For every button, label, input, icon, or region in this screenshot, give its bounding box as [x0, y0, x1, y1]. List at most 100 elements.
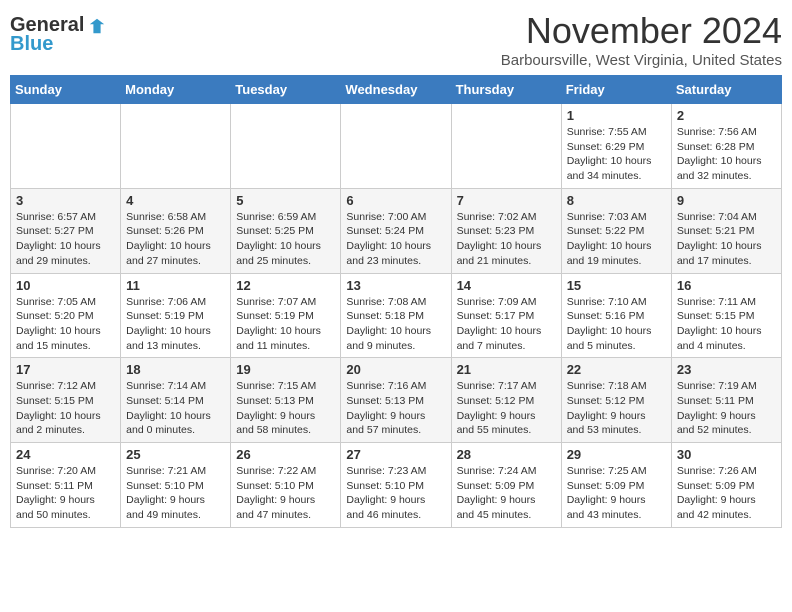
day-number: 15	[567, 278, 666, 293]
day-number: 22	[567, 362, 666, 377]
calendar-day-11: 11 Sunrise: 7:06 AMSunset: 5:19 PMDayligh…	[121, 273, 231, 358]
day-info: Sunrise: 7:02 AMSunset: 5:23 PMDaylight:…	[457, 210, 556, 269]
calendar-table: SundayMondayTuesdayWednesdayThursdayFrid…	[10, 75, 782, 528]
day-info: Sunrise: 7:22 AMSunset: 5:10 PMDaylight:…	[236, 464, 335, 523]
day-number: 23	[677, 362, 776, 377]
calendar-day-6: 6Sunrise: 7:00 AMSunset: 5:24 PMDaylight…	[341, 188, 451, 273]
day-number: 18	[126, 362, 225, 377]
month-title: November 2024	[501, 10, 782, 52]
day-info: Sunrise: 7:03 AMSunset: 5:22 PMDaylight:…	[567, 210, 666, 269]
logo-blue-text: Blue	[10, 33, 53, 56]
day-info: Sunrise: 7:55 AMSunset: 6:29 PMDaylight:…	[567, 125, 666, 184]
calendar-day-17: 17 Sunrise: 7:12 AMSunset: 5:15 PMDayligh…	[11, 358, 121, 443]
calendar-day-27: 27 Sunrise: 7:23 AMSunset: 5:10 PMDayligh…	[341, 443, 451, 528]
day-info: Sunrise: 7:21 AMSunset: 5:10 PMDaylight:…	[126, 464, 225, 523]
day-number: 1	[567, 108, 666, 123]
day-info: Sunrise: 7:56 AMSunset: 6:28 PMDaylight:…	[677, 125, 776, 184]
day-number: 27	[346, 447, 445, 462]
weekday-header-thursday: Thursday	[451, 76, 561, 104]
calendar-day-7: 7 Sunrise: 7:02 AMSunset: 5:23 PMDaylight…	[451, 188, 561, 273]
day-number: 25	[126, 447, 225, 462]
calendar-empty-cell	[231, 104, 341, 189]
day-number: 14	[457, 278, 556, 293]
weekday-header-tuesday: Tuesday	[231, 76, 341, 104]
day-info: Sunrise: 7:14 AMSunset: 5:14 PMDaylight:…	[126, 379, 225, 438]
day-info: Sunrise: 6:57 AMSunset: 5:27 PMDaylight:…	[16, 210, 115, 269]
logo-flag-icon	[88, 17, 106, 35]
calendar-day-24: 24 Sunrise: 7:20 AMSunset: 5:11 PMDayligh…	[11, 443, 121, 528]
day-number: 28	[457, 447, 556, 462]
calendar-day-21: 21Sunrise: 7:17 AMSunset: 5:12 PMDayligh…	[451, 358, 561, 443]
calendar-day-1: 1 Sunrise: 7:55 AMSunset: 6:29 PMDaylight…	[561, 104, 671, 189]
calendar-day-28: 28 Sunrise: 7:24 AMSunset: 5:09 PMDayligh…	[451, 443, 561, 528]
calendar-week-row: 10 Sunrise: 7:05 AMSunset: 5:20 PMDayligh…	[11, 273, 782, 358]
day-number: 11	[126, 278, 225, 293]
day-info: Sunrise: 7:26 AMSunset: 5:09 PMDaylight:…	[677, 464, 776, 523]
calendar-day-25: 25 Sunrise: 7:21 AMSunset: 5:10 PMDayligh…	[121, 443, 231, 528]
weekday-header-sunday: Sunday	[11, 76, 121, 104]
page-header: General Blue November 2024 Barboursville…	[10, 10, 782, 69]
day-info: Sunrise: 6:59 AMSunset: 5:25 PMDaylight:…	[236, 210, 335, 269]
day-info: Sunrise: 7:06 AMSunset: 5:19 PMDaylight:…	[126, 295, 225, 354]
day-info: Sunrise: 7:15 AMSunset: 5:13 PMDaylight:…	[236, 379, 335, 438]
calendar-day-5: 5 Sunrise: 6:59 AMSunset: 5:25 PMDaylight…	[231, 188, 341, 273]
day-info: Sunrise: 7:04 AMSunset: 5:21 PMDaylight:…	[677, 210, 776, 269]
title-block: November 2024 Barboursville, West Virgin…	[501, 10, 782, 69]
calendar-empty-cell	[341, 104, 451, 189]
day-number: 13	[346, 278, 445, 293]
calendar-day-14: 14 Sunrise: 7:09 AMSunset: 5:17 PMDayligh…	[451, 273, 561, 358]
day-info: Sunrise: 7:25 AMSunset: 5:09 PMDaylight:…	[567, 464, 666, 523]
day-number: 2	[677, 108, 776, 123]
day-number: 24	[16, 447, 115, 462]
calendar-day-4: 4Sunrise: 6:58 AMSunset: 5:26 PMDaylight…	[121, 188, 231, 273]
calendar-day-26: 26Sunrise: 7:22 AMSunset: 5:10 PMDayligh…	[231, 443, 341, 528]
location-subtitle: Barboursville, West Virginia, United Sta…	[501, 52, 782, 69]
calendar-day-22: 22 Sunrise: 7:18 AMSunset: 5:12 PMDayligh…	[561, 358, 671, 443]
weekday-header-wednesday: Wednesday	[341, 76, 451, 104]
day-number: 30	[677, 447, 776, 462]
weekday-header-friday: Friday	[561, 76, 671, 104]
day-info: Sunrise: 7:07 AMSunset: 5:19 PMDaylight:…	[236, 295, 335, 354]
day-info: Sunrise: 7:17 AMSunset: 5:12 PMDaylight:…	[457, 379, 556, 438]
calendar-day-16: 16Sunrise: 7:11 AMSunset: 5:15 PMDayligh…	[671, 273, 781, 358]
calendar-week-row: 17 Sunrise: 7:12 AMSunset: 5:15 PMDayligh…	[11, 358, 782, 443]
calendar-day-12: 12 Sunrise: 7:07 AMSunset: 5:19 PMDayligh…	[231, 273, 341, 358]
calendar-day-29: 29 Sunrise: 7:25 AMSunset: 5:09 PMDayligh…	[561, 443, 671, 528]
calendar-day-10: 10 Sunrise: 7:05 AMSunset: 5:20 PMDayligh…	[11, 273, 121, 358]
day-info: Sunrise: 7:16 AMSunset: 5:13 PMDaylight:…	[346, 379, 445, 438]
day-number: 17	[16, 362, 115, 377]
calendar-day-20: 20 Sunrise: 7:16 AMSunset: 5:13 PMDayligh…	[341, 358, 451, 443]
calendar-day-30: 30 Sunrise: 7:26 AMSunset: 5:09 PMDayligh…	[671, 443, 781, 528]
calendar-day-2: 2 Sunrise: 7:56 AMSunset: 6:28 PMDaylight…	[671, 104, 781, 189]
calendar-day-3: 3 Sunrise: 6:57 AMSunset: 5:27 PMDaylight…	[11, 188, 121, 273]
day-number: 12	[236, 278, 335, 293]
day-info: Sunrise: 7:18 AMSunset: 5:12 PMDaylight:…	[567, 379, 666, 438]
day-number: 9	[677, 193, 776, 208]
day-info: Sunrise: 7:05 AMSunset: 5:20 PMDaylight:…	[16, 295, 115, 354]
day-number: 7	[457, 193, 556, 208]
day-number: 5	[236, 193, 335, 208]
day-number: 20	[346, 362, 445, 377]
day-info: Sunrise: 7:00 AMSunset: 5:24 PMDaylight:…	[346, 210, 445, 269]
day-number: 3	[16, 193, 115, 208]
calendar-empty-cell	[121, 104, 231, 189]
day-info: Sunrise: 7:23 AMSunset: 5:10 PMDaylight:…	[346, 464, 445, 523]
day-number: 19	[236, 362, 335, 377]
day-info: Sunrise: 7:12 AMSunset: 5:15 PMDaylight:…	[16, 379, 115, 438]
calendar-day-23: 23Sunrise: 7:19 AMSunset: 5:11 PMDayligh…	[671, 358, 781, 443]
day-number: 8	[567, 193, 666, 208]
weekday-header-saturday: Saturday	[671, 76, 781, 104]
calendar-day-15: 15 Sunrise: 7:10 AMSunset: 5:16 PMDayligh…	[561, 273, 671, 358]
calendar-week-row: 24 Sunrise: 7:20 AMSunset: 5:11 PMDayligh…	[11, 443, 782, 528]
calendar-week-row: 1 Sunrise: 7:55 AMSunset: 6:29 PMDaylight…	[11, 104, 782, 189]
day-info: Sunrise: 7:09 AMSunset: 5:17 PMDaylight:…	[457, 295, 556, 354]
calendar-empty-cell	[451, 104, 561, 189]
day-info: Sunrise: 7:10 AMSunset: 5:16 PMDaylight:…	[567, 295, 666, 354]
day-info: Sunrise: 7:20 AMSunset: 5:11 PMDaylight:…	[16, 464, 115, 523]
logo: General Blue	[10, 10, 106, 56]
calendar-day-9: 9 Sunrise: 7:04 AMSunset: 5:21 PMDaylight…	[671, 188, 781, 273]
day-number: 29	[567, 447, 666, 462]
day-info: Sunrise: 7:24 AMSunset: 5:09 PMDaylight:…	[457, 464, 556, 523]
day-number: 10	[16, 278, 115, 293]
calendar-week-row: 3 Sunrise: 6:57 AMSunset: 5:27 PMDaylight…	[11, 188, 782, 273]
